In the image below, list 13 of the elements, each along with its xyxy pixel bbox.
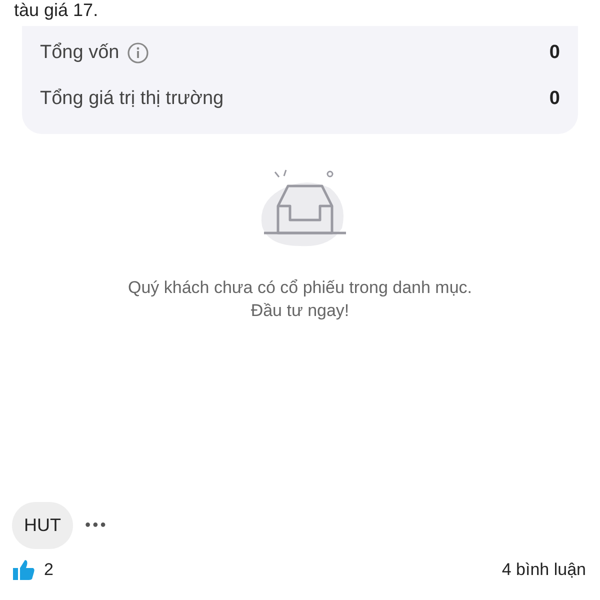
invest-link[interactable]: Đầu tư ngay! [128, 299, 472, 322]
row-label: Tổng giá trị thị trường [40, 86, 224, 111]
row-label: Tổng vốn [40, 40, 120, 65]
info-icon[interactable] [127, 42, 150, 64]
comment-count[interactable]: 4 bình luận [502, 559, 586, 581]
row-value: 0 [549, 40, 560, 65]
stock-tag[interactable]: HUT [12, 502, 73, 549]
row-value: 0 [549, 86, 560, 111]
more-button[interactable]: ••• [85, 514, 108, 538]
thumbs-up-icon[interactable] [12, 559, 36, 581]
like-count: 2 [44, 559, 54, 581]
post-text: tàu giá 17. [13, 0, 98, 20]
empty-message: Quý khách chưa có cổ phiếu trong danh mục. [128, 277, 472, 299]
